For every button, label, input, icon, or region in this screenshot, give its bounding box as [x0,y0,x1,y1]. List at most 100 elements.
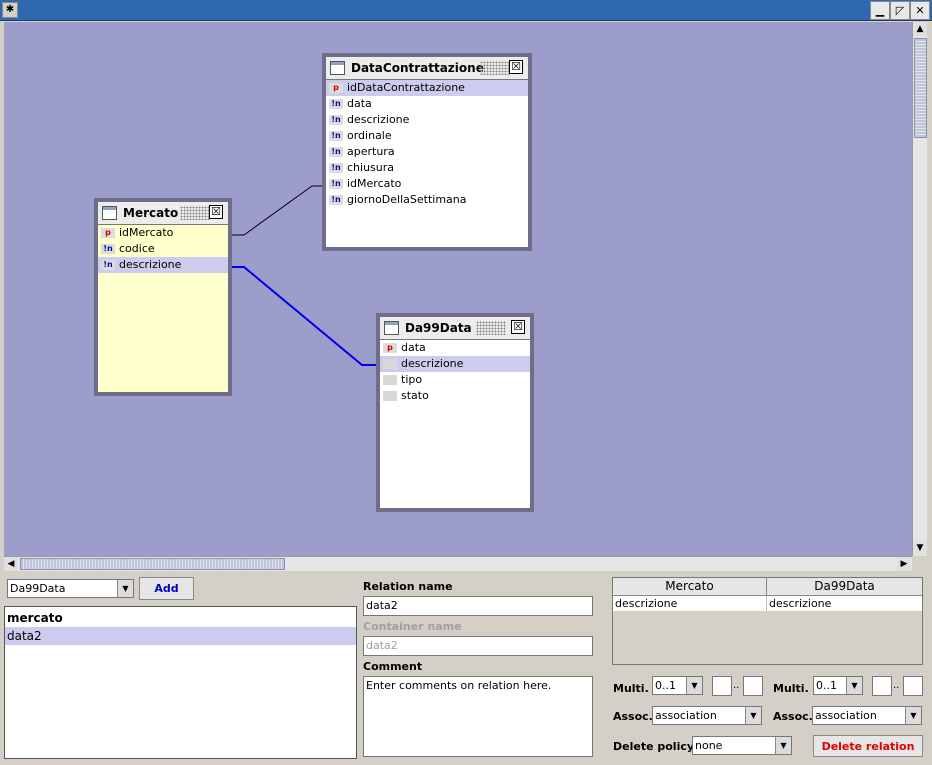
association-label-left: Assoc. [613,710,653,723]
table-cell[interactable]: descrizione [613,596,767,611]
range-separator: .. [733,680,740,691]
field-row[interactable]: descrizione [380,356,530,372]
scroll-right-button[interactable]: ▶ [897,557,911,571]
not-null-icon: !n [101,244,115,254]
field-row[interactable]: !n ordinale [326,128,528,144]
field-row[interactable]: !n apertura [326,144,528,160]
field-row[interactable]: p idDataContrattazione [326,80,528,96]
close-window-button[interactable]: ✕ [910,1,930,20]
scroll-down-button[interactable]: ▼ [913,541,927,555]
horizontal-scroll-thumb[interactable] [20,558,285,570]
field-row[interactable]: p idMercato [98,225,228,241]
horizontal-scrollbar[interactable]: ◀ ▶ [4,556,912,571]
scroll-up-button[interactable]: ▲ [913,22,927,36]
relation-line-mercato [232,185,324,236]
add-relation-button[interactable]: Add [139,577,194,600]
pin-icon[interactable]: ✱ [2,2,18,18]
delete-relation-button[interactable]: Delete relation [813,735,923,757]
field-row[interactable]: p data [380,340,530,356]
delete-policy-select[interactable]: none ▼ [692,736,792,755]
column-header[interactable]: Mercato [613,578,767,596]
range-separator: .. [893,680,900,691]
field-name: idMercato [119,226,174,239]
field-row[interactable]: !n codice [98,241,228,257]
field-row[interactable]: !n giornoDellaSettimana [326,192,528,208]
relation-name-input[interactable]: data2 [363,596,593,616]
multiplicity-label-left: Multi. [613,682,649,695]
close-entity-button[interactable]: ☒ [509,60,523,74]
association-value: association [655,709,717,722]
field-row[interactable]: stato [380,388,530,404]
target-entity-select[interactable]: Da99Data ▼ [7,579,134,598]
close-entity-button[interactable]: ☒ [511,320,525,334]
entity-header[interactable]: DataContrattazione ☒ [326,57,528,80]
relations-list[interactable]: mercato data2 [4,606,357,759]
list-item[interactable]: data2 [5,627,356,645]
multiplicity-select-left[interactable]: 0..1 ▼ [652,676,703,695]
drag-grip-icon[interactable] [180,206,210,220]
association-select-left[interactable]: association ▼ [652,706,762,725]
field-name: tipo [401,373,423,386]
entity-datacontrattazione[interactable]: DataContrattazione ☒ p idDataContrattazi… [322,53,532,251]
chevron-down-icon[interactable]: ▼ [117,580,133,597]
association-select-right[interactable]: association ▼ [812,706,922,725]
field-row[interactable]: !n idMercato [326,176,528,192]
maximize-button[interactable]: ◸ [890,1,910,20]
field-row[interactable]: !n descrizione [326,112,528,128]
field-name: descrizione [119,258,182,271]
field-row[interactable]: !n chiusura [326,160,528,176]
association-label-right: Assoc. [773,710,813,723]
multiplicity-min-left[interactable] [712,676,732,696]
vertical-scrollbar[interactable]: ▲ ▼ [912,22,927,556]
relation-line-data2 [232,266,378,366]
comment-textarea[interactable]: Enter comments on relation here. [363,676,593,757]
list-item[interactable]: mercato [5,609,356,627]
scroll-corner [912,556,927,571]
not-null-icon: !n [329,163,343,173]
multiplicity-select-right[interactable]: 0..1 ▼ [813,676,863,695]
close-entity-button[interactable]: ☒ [209,205,223,219]
minimize-button[interactable]: ▁ [870,1,890,20]
vertical-scroll-thumb[interactable] [914,38,927,138]
entity-header[interactable]: Da99Data ☒ [380,317,530,340]
field-name: idMercato [347,177,402,190]
entity-title: DataContrattazione [351,61,484,75]
multiplicity-min-right[interactable] [872,676,892,696]
drag-grip-icon[interactable] [476,321,506,335]
target-entity-value: Da99Data [10,582,66,595]
mapping-table: Mercato Da99Data descrizione descrizione [612,577,923,665]
column-header[interactable]: Da99Data [767,578,922,596]
diagram-canvas[interactable]: Mercato ☒ p idMercato !n codice !n descr… [4,22,912,556]
field-row[interactable]: tipo [380,372,530,388]
primary-key-icon: p [101,228,115,238]
chevron-down-icon[interactable]: ▼ [745,707,761,724]
comment-label: Comment [363,660,423,673]
multiplicity-max-left[interactable] [743,676,763,696]
drag-grip-icon[interactable] [480,61,510,75]
field-name: descrizione [401,357,464,370]
not-null-icon: !n [329,131,343,141]
entity-mercato[interactable]: Mercato ☒ p idMercato !n codice !n descr… [94,198,232,396]
field-row[interactable]: !n data [326,96,528,112]
delete-policy-label: Delete policy [613,740,695,753]
multiplicity-max-right[interactable] [903,676,923,696]
scroll-left-button[interactable]: ◀ [4,557,18,571]
entity-header[interactable]: Mercato ☒ [98,202,228,225]
window-title-bar: ✱ ▁ ◸ ✕ [0,0,932,21]
chevron-down-icon[interactable]: ▼ [686,677,702,694]
association-value: association [815,709,877,722]
field-row[interactable]: !n descrizione [98,257,228,273]
chevron-down-icon[interactable]: ▼ [905,707,921,724]
table-icon [330,61,345,75]
table-cell[interactable]: descrizione [767,596,922,611]
chevron-down-icon[interactable]: ▼ [775,737,791,754]
field-name: descrizione [347,113,410,126]
chevron-down-icon[interactable]: ▼ [846,677,862,694]
field-name: data [347,97,372,110]
field-name: apertura [347,145,395,158]
nullable-field-icon [383,359,397,369]
entity-title: Da99Data [405,321,472,335]
table-icon [384,321,399,335]
entity-da99data[interactable]: Da99Data ☒ p data descrizione tipo stato [376,313,534,512]
container-name-label: Container name [363,620,462,633]
